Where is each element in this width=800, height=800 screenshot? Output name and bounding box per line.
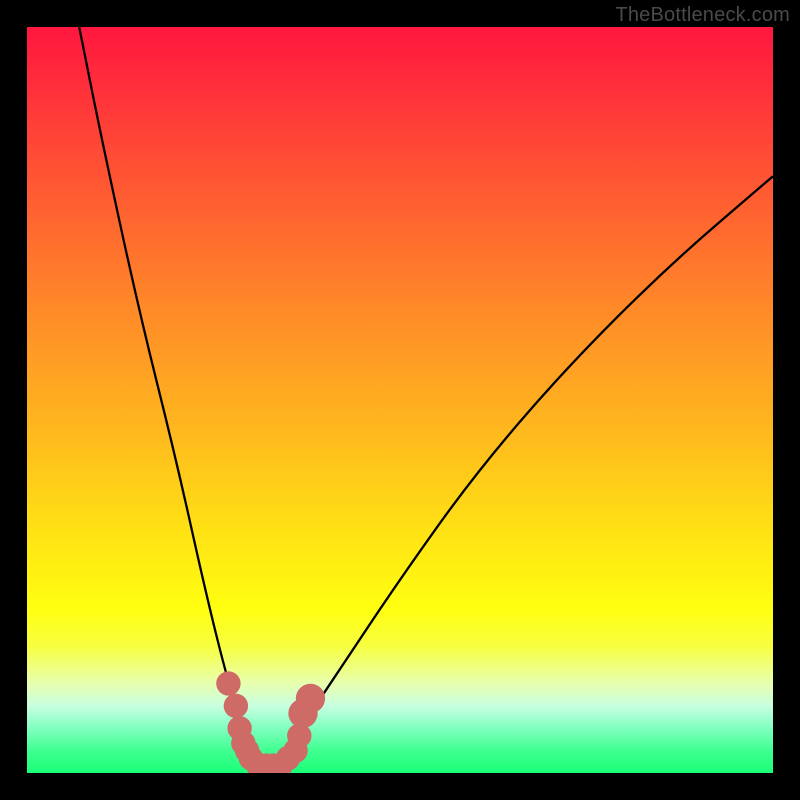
watermark-text: TheBottleneck.com	[615, 4, 790, 27]
chart-frame: TheBottleneck.com	[0, 0, 800, 800]
curve-marker	[216, 671, 240, 695]
bottleneck-curve-svg	[27, 27, 773, 773]
plot-area	[27, 27, 773, 773]
bottleneck-curve-path	[79, 27, 773, 766]
curve-marker	[224, 694, 248, 718]
curve-marker	[296, 684, 325, 713]
marker-group	[216, 671, 325, 773]
